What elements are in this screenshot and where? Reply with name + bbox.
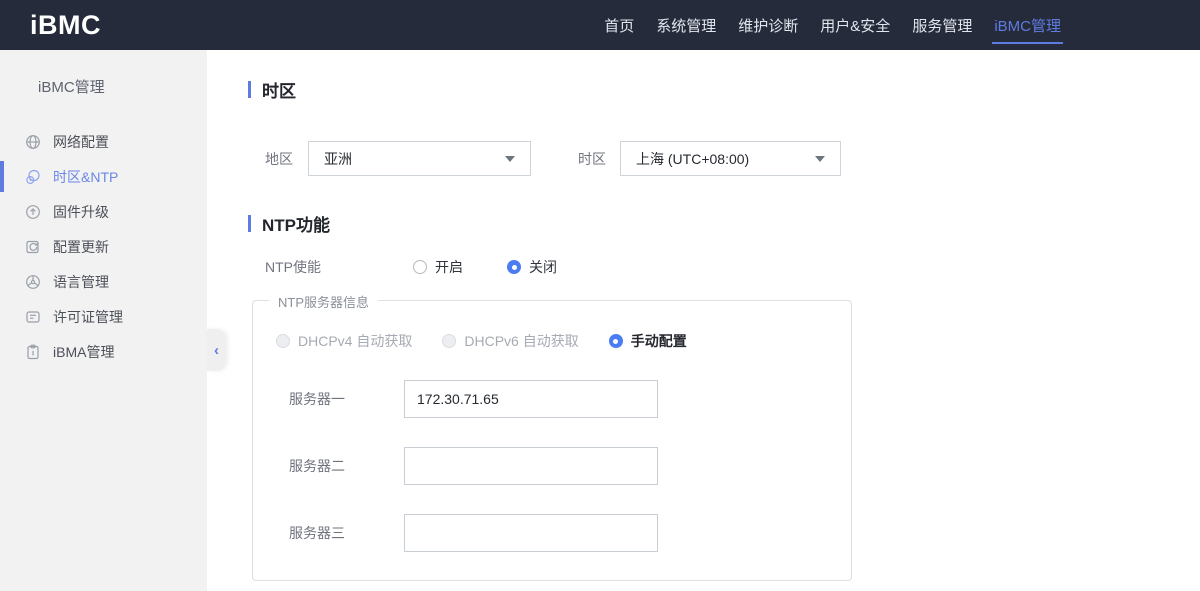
- sidebar-item-language-management[interactable]: 语言管理: [0, 264, 207, 299]
- server-three-row: 服务器三: [276, 514, 851, 552]
- network-globe-icon: [25, 134, 41, 150]
- nav-item-system-management[interactable]: 系统管理: [645, 0, 727, 50]
- sidebar-item-config-update[interactable]: 配置更新: [0, 229, 207, 264]
- section-accent-bar: [248, 215, 251, 232]
- sidebar-item-license-management[interactable]: 许可证管理: [0, 299, 207, 334]
- nav-item-ibmc-management[interactable]: iBMC管理: [983, 0, 1072, 50]
- nav-item-service-management[interactable]: 服务管理: [901, 0, 983, 50]
- server-three-label: 服务器三: [289, 525, 345, 541]
- firmware-upgrade-icon: [25, 204, 41, 220]
- radio-disabled-icon: [442, 334, 457, 348]
- sidebar-collapse-button[interactable]: ‹: [207, 329, 226, 371]
- sidebar-item-label: 语言管理: [53, 273, 109, 290]
- sidebar-item-ibma-management[interactable]: iBMA管理: [0, 334, 207, 369]
- timezone-clock-icon: [25, 169, 41, 185]
- timezone-select-value: 上海 (UTC+08:00): [636, 150, 750, 167]
- server-one-row: 服务器一: [276, 380, 851, 418]
- ntp-enable-label: NTP使能: [265, 259, 321, 275]
- sidebar-item-label: 时区&NTP: [53, 168, 119, 185]
- dhcpv4-auto-radio[interactable]: DHCPv4 自动获取: [276, 331, 412, 351]
- sidebar-item-timezone-ntp[interactable]: 时区&NTP: [0, 159, 207, 194]
- sidebar-item-label: 配置更新: [53, 238, 109, 255]
- radio-disabled-icon: [276, 334, 290, 348]
- sidebar-item-label: iBMA管理: [53, 343, 115, 360]
- section-title-text: NTP功能: [262, 216, 330, 235]
- top-navigation: 首页 系统管理 维护诊断 用户&安全 服务管理 iBMC管理: [593, 0, 1200, 50]
- section-accent-bar: [248, 81, 251, 98]
- nav-item-user-security[interactable]: 用户&安全: [809, 0, 901, 50]
- ntp-section-title: NTP功能: [248, 211, 1200, 236]
- server-one-label: 服务器一: [289, 391, 345, 407]
- sidebar-menu: 网络配置 时区&NTP 固件升级 配置更新 语言管理 许可证管理 iBMA管理: [0, 124, 207, 369]
- server-three-input[interactable]: [404, 514, 658, 552]
- language-icon: [25, 274, 41, 290]
- sidebar-item-label: 固件升级: [53, 203, 109, 220]
- timezone-form-row: 地区 亚洲 时区 上海 (UTC+08:00): [265, 141, 1200, 176]
- ibma-clipboard-icon: [25, 344, 41, 360]
- radio-unselected-icon: [413, 260, 427, 274]
- server-one-input[interactable]: [404, 380, 658, 418]
- ntp-server-mode-row: DHCPv4 自动获取 DHCPv6 自动获取 手动配置: [276, 331, 851, 351]
- ibmc-logo: iBMC: [30, 9, 101, 40]
- sidebar-title: iBMC管理: [38, 79, 105, 96]
- sidebar-item-firmware-upgrade[interactable]: 固件升级: [0, 194, 207, 229]
- ntp-server-info-legend: NTP服务器信息: [269, 292, 379, 311]
- nav-item-home[interactable]: 首页: [593, 0, 645, 50]
- timezone-select[interactable]: 上海 (UTC+08:00): [620, 141, 841, 176]
- manual-config-radio[interactable]: 手动配置: [608, 331, 687, 351]
- dhcpv6-auto-radio[interactable]: DHCPv6 自动获取: [442, 331, 579, 351]
- section-title-text: 时区: [262, 82, 296, 101]
- radio-selected-icon: [507, 260, 521, 274]
- radio-selected-icon: [608, 334, 623, 348]
- region-select-value: 亚洲: [324, 150, 352, 167]
- ntp-enable-row: NTP使能 开启 关闭: [265, 257, 1200, 277]
- chevron-down-icon: [505, 155, 515, 162]
- region-label: 地区: [265, 150, 293, 167]
- server-two-label: 服务器二: [289, 458, 345, 474]
- sidebar-item-network-config[interactable]: 网络配置: [0, 124, 207, 159]
- main-content: 时区 地区 亚洲 时区 上海 (UTC+08:00) NTP功能 NTP使能 开…: [207, 50, 1200, 591]
- ntp-enable-off-radio[interactable]: 关闭: [507, 257, 557, 277]
- timezone-section-title: 时区: [248, 77, 1200, 102]
- chevron-left-icon: ‹: [214, 341, 219, 359]
- ntp-server-info-group: NTP服务器信息 DHCPv4 自动获取 DHCPv6 自动获取 手动配置 服务…: [252, 292, 852, 581]
- region-select[interactable]: 亚洲: [308, 141, 531, 176]
- timezone-label: 时区: [578, 150, 606, 167]
- sidebar: iBMC管理 网络配置 时区&NTP 固件升级 配置更新 语言管理 许可证管理 …: [0, 50, 226, 591]
- server-two-row: 服务器二: [276, 447, 851, 485]
- nav-item-maintenance-diagnostics[interactable]: 维护诊断: [727, 0, 809, 50]
- sidebar-item-label: 许可证管理: [53, 308, 123, 325]
- top-header-bar: iBMC 首页 系统管理 维护诊断 用户&安全 服务管理 iBMC管理: [0, 0, 1200, 50]
- license-icon: [25, 309, 41, 325]
- config-update-icon: [25, 239, 41, 255]
- server-two-input[interactable]: [404, 447, 658, 485]
- ntp-enable-on-radio[interactable]: 开启: [413, 257, 507, 277]
- chevron-down-icon: [815, 155, 825, 162]
- sidebar-item-label: 网络配置: [53, 133, 109, 150]
